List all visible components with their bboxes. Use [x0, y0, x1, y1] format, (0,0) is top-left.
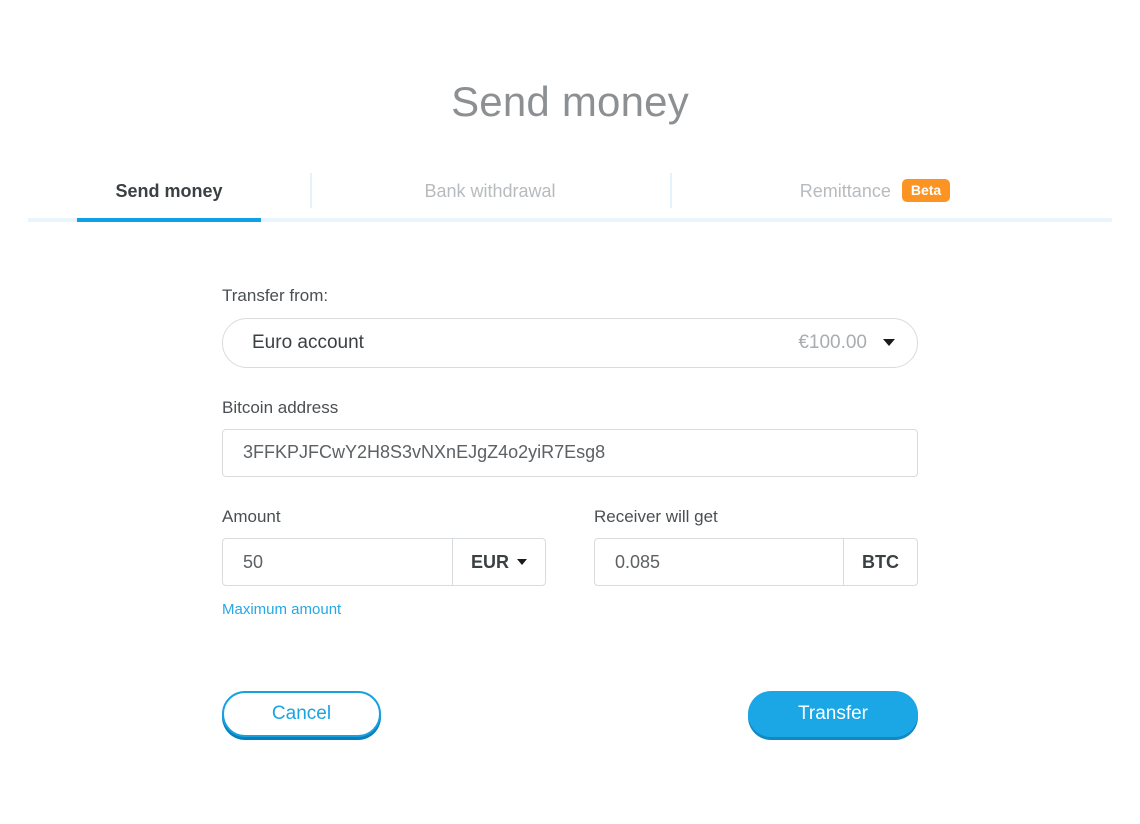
- beta-badge: Beta: [901, 178, 951, 202]
- tab-divider: [310, 173, 312, 209]
- receiver-will-get-value: 0.085: [615, 551, 661, 572]
- amount-value: 50: [243, 551, 264, 572]
- tab-bank-withdrawal[interactable]: Bank withdrawal: [310, 166, 670, 222]
- transfer-from-account-name: Euro account: [252, 331, 364, 353]
- transfer-from-select[interactable]: Euro account €100.00: [222, 317, 918, 368]
- bitcoin-address-label: Bitcoin address: [222, 397, 339, 417]
- send-money-form: Transfer from: Euro account €100.00 Bitc…: [222, 222, 918, 619]
- send-money-page: Send money Send money Bank withdrawal Re…: [0, 28, 1140, 824]
- page-title: Send money: [451, 78, 689, 126]
- receiver-will-get-label: Receiver will get: [594, 506, 718, 526]
- receiver-will-get-group: Receiver will get 0.085 BTC: [594, 507, 918, 619]
- tab-send-money-label: Send money: [115, 180, 223, 201]
- amount-group: Amount 50 EUR Maximum amount: [222, 507, 546, 619]
- tab-active-underline: [77, 218, 261, 223]
- chevron-down-icon: [517, 559, 527, 566]
- tab-divider: [670, 173, 672, 209]
- tab-send-money[interactable]: Send money: [28, 166, 310, 223]
- receiver-will-get-input[interactable]: 0.085: [595, 539, 843, 585]
- amount-input[interactable]: 50: [223, 539, 452, 585]
- amount-label: Amount: [222, 506, 281, 526]
- transfer-from-label: Transfer from:: [222, 286, 329, 306]
- tab-remittance[interactable]: Remittance Beta: [670, 166, 1080, 222]
- receiver-currency-label: BTC: [843, 539, 917, 586]
- tab-bank-withdrawal-label: Bank withdrawal: [424, 180, 556, 201]
- form-actions: Cancel Transfer: [222, 619, 918, 738]
- amount-currency-select[interactable]: EUR: [451, 539, 545, 586]
- receiver-will-get-input-group: 0.085 BTC: [594, 538, 918, 587]
- amount-input-group: 50 EUR: [222, 538, 546, 587]
- amount-row: Amount 50 EUR Maximum amount Receiver wi…: [222, 507, 918, 619]
- amount-currency-label: EUR: [470, 551, 509, 572]
- bitcoin-address-group: Bitcoin address 3FFKPJFCwY2H8S3vNXnEJgZ4…: [222, 398, 918, 477]
- bitcoin-address-input[interactable]: 3FFKPJFCwY2H8S3vNXnEJgZ4o2yiR7Esg8: [222, 428, 918, 477]
- transfer-from-balance: €100.00: [798, 331, 867, 353]
- transfer-from-group: Transfer from: Euro account €100.00: [222, 286, 918, 368]
- transfer-button[interactable]: Transfer: [748, 691, 918, 738]
- tab-bar: Send money Bank withdrawal Remittance Be…: [0, 166, 1140, 223]
- tab-remittance-label: Remittance: [799, 180, 891, 201]
- cancel-button[interactable]: Cancel: [222, 691, 381, 738]
- chevron-down-icon: [883, 339, 895, 347]
- bitcoin-address-value: 3FFKPJFCwY2H8S3vNXnEJgZ4o2yiR7Esg8: [243, 442, 606, 463]
- maximum-amount-link[interactable]: Maximum amount: [222, 601, 341, 618]
